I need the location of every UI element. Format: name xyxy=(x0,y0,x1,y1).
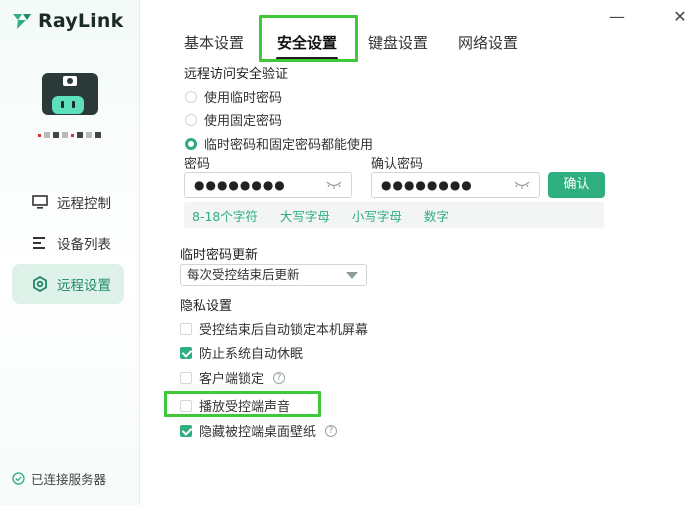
confirm-password-value: ●●●●●●●● xyxy=(381,178,473,192)
tab-security[interactable]: 安全设置 xyxy=(262,23,352,63)
radio-label: 临时密码和固定密码都能使用 xyxy=(204,138,374,153)
confirm-password-label: 确认密码 xyxy=(371,157,424,172)
help-icon[interactable]: ? xyxy=(273,371,286,384)
checkbox-auto-lock[interactable]: 受控结束后自动锁定本机屏幕 xyxy=(180,319,368,338)
password-label: 密码 xyxy=(184,157,211,172)
privacy-title: 隐私设置 xyxy=(180,299,233,314)
eye-closed-icon[interactable] xyxy=(325,179,343,191)
app-logo: RayLink xyxy=(12,10,123,32)
raylink-logo-icon xyxy=(13,14,31,29)
avatar-face-icon xyxy=(52,96,84,114)
app-name: RayLink xyxy=(38,10,124,32)
checkbox-play-sound[interactable]: 播放受控端声音 xyxy=(180,396,290,415)
list-icon xyxy=(33,237,45,249)
radio-circle-icon xyxy=(185,113,197,126)
select-value: 每次受控结束后更新 xyxy=(187,267,300,282)
minimize-button[interactable]: — xyxy=(608,8,626,26)
sidebar-item-device-list[interactable]: 设备列表 xyxy=(12,223,124,263)
rule-lowercase: 小写字母 xyxy=(351,208,402,224)
device-id-masked xyxy=(38,130,101,140)
sidebar-item-label: 设备列表 xyxy=(57,237,111,253)
sidebar: RayLink 远程控制 设备列表 远程设置 已连接服务器 xyxy=(0,0,140,505)
radio-both-passwords[interactable]: 临时密码和固定密码都能使用 xyxy=(185,134,373,153)
password-input[interactable]: ●●●●●●●● xyxy=(184,172,352,198)
checkbox-checked-icon xyxy=(180,346,192,359)
tab-basic[interactable]: 基本设置 xyxy=(172,23,256,63)
checkbox-icon xyxy=(180,322,192,335)
password-value: ●●●●●●●● xyxy=(194,178,286,192)
confirm-password-input[interactable]: ●●●●●●●● xyxy=(371,172,540,198)
checkbox-label: 防止系统自动休眠 xyxy=(199,347,304,362)
checkbox-label: 播放受控端声音 xyxy=(199,400,291,415)
tab-network[interactable]: 网络设置 xyxy=(446,23,530,63)
rule-length: 8-18个字符 xyxy=(192,208,258,224)
checkbox-label: 客户端锁定 xyxy=(199,372,265,387)
checkbox-icon xyxy=(180,371,192,384)
sidebar-item-remote-control[interactable]: 远程控制 xyxy=(12,182,124,222)
server-status-text: 已连接服务器 xyxy=(31,472,107,487)
radio-selected-icon xyxy=(185,137,197,150)
checkbox-checked-icon xyxy=(180,424,192,437)
close-button[interactable]: ✕ xyxy=(671,8,689,26)
chevron-down-icon xyxy=(346,272,358,279)
security-title: 远程访问安全验证 xyxy=(184,67,289,82)
rule-uppercase: 大写字母 xyxy=(279,208,330,224)
checkbox-client-lock[interactable]: 客户端锁定 ? xyxy=(180,368,286,387)
tab-keyboard[interactable]: 键盘设置 xyxy=(356,23,440,63)
rule-digit: 数字 xyxy=(423,208,449,224)
radio-circle-icon xyxy=(185,90,197,103)
sidebar-item-label: 远程设置 xyxy=(57,278,111,294)
checkbox-icon xyxy=(180,399,192,412)
checkbox-hide-wallpaper[interactable]: 隐藏被控端桌面壁纸 ? xyxy=(180,421,338,440)
check-circle-icon xyxy=(12,472,25,485)
radio-fixed-password[interactable]: 使用固定密码 xyxy=(185,110,282,129)
help-icon[interactable]: ? xyxy=(325,424,338,437)
eye-closed-icon[interactable] xyxy=(513,179,531,191)
temp-password-title: 临时密码更新 xyxy=(180,248,259,263)
password-rules: 8-18个字符 大写字母 小写字母 数字 xyxy=(184,202,604,228)
checkbox-label: 隐藏被控端桌面壁纸 xyxy=(199,425,317,440)
settings-icon xyxy=(33,276,47,292)
checkbox-prevent-sleep[interactable]: 防止系统自动休眠 xyxy=(180,343,303,362)
sidebar-item-remote-settings[interactable]: 远程设置 xyxy=(12,264,124,304)
radio-temp-password[interactable]: 使用临时密码 xyxy=(185,87,282,106)
radio-label: 使用临时密码 xyxy=(204,91,283,106)
server-status: 已连接服务器 xyxy=(12,469,106,488)
radio-label: 使用固定密码 xyxy=(204,114,283,129)
monitor-icon xyxy=(32,195,48,209)
temp-password-select[interactable]: 每次受控结束后更新 xyxy=(180,264,367,286)
sidebar-item-label: 远程控制 xyxy=(57,196,111,212)
confirm-button[interactable]: 确认 xyxy=(548,172,605,198)
checkbox-label: 受控结束后自动锁定本机屏幕 xyxy=(199,323,369,338)
